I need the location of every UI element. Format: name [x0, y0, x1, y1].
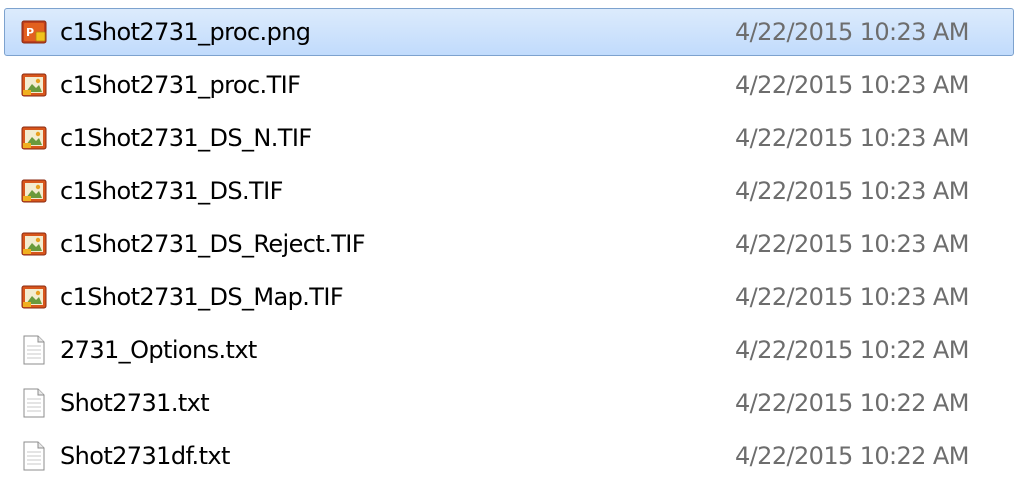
file-name: c1Shot2731_DS_N.TIF: [60, 124, 312, 152]
file-list: P c1Shot2731_proc.png 4/22/2015 10:23 AM…: [0, 0, 1018, 482]
tif-image-icon: [19, 229, 49, 259]
file-name: c1Shot2731_DS_Map.TIF: [60, 283, 344, 311]
file-date-modified: 4/22/2015 10:23 AM: [735, 18, 969, 46]
file-date-modified: 4/22/2015 10:23 AM: [735, 230, 969, 258]
tif-image-icon: [19, 70, 49, 100]
file-date-modified: 4/22/2015 10:23 AM: [735, 124, 969, 152]
file-name: c1Shot2731_proc.png: [60, 18, 311, 46]
file-date-modified: 4/22/2015 10:23 AM: [735, 283, 969, 311]
tif-image-icon: [19, 123, 49, 153]
file-date-modified: 4/22/2015 10:23 AM: [735, 177, 969, 205]
file-name: Shot2731df.txt: [60, 442, 230, 470]
file-row[interactable]: Shot2731.txt 4/22/2015 10:22 AM: [4, 379, 1014, 427]
text-file-icon: [19, 335, 49, 365]
file-row[interactable]: Shot2731df.txt 4/22/2015 10:22 AM: [4, 432, 1014, 480]
file-row[interactable]: 2731_Options.txt 4/22/2015 10:22 AM: [4, 326, 1014, 374]
file-row[interactable]: c1Shot2731_proc.TIF 4/22/2015 10:23 AM: [4, 61, 1014, 109]
tif-image-icon: [19, 282, 49, 312]
file-row[interactable]: c1Shot2731_DS_Map.TIF 4/22/2015 10:23 AM: [4, 273, 1014, 321]
file-date-modified: 4/22/2015 10:22 AM: [735, 389, 969, 417]
file-date-modified: 4/22/2015 10:23 AM: [735, 71, 969, 99]
file-name: c1Shot2731_DS.TIF: [60, 177, 283, 205]
png-image-icon: P: [19, 17, 49, 47]
file-row[interactable]: c1Shot2731_DS_N.TIF 4/22/2015 10:23 AM: [4, 114, 1014, 162]
file-name: c1Shot2731_proc.TIF: [60, 71, 301, 99]
text-file-icon: [19, 388, 49, 418]
svg-text:P: P: [26, 26, 34, 39]
file-row[interactable]: c1Shot2731_DS_Reject.TIF 4/22/2015 10:23…: [4, 220, 1014, 268]
file-row[interactable]: c1Shot2731_DS.TIF 4/22/2015 10:23 AM: [4, 167, 1014, 215]
file-date-modified: 4/22/2015 10:22 AM: [735, 336, 969, 364]
text-file-icon: [19, 441, 49, 471]
file-name: c1Shot2731_DS_Reject.TIF: [60, 230, 366, 258]
file-name: 2731_Options.txt: [60, 336, 257, 364]
file-date-modified: 4/22/2015 10:22 AM: [735, 442, 969, 470]
file-name: Shot2731.txt: [60, 389, 210, 417]
tif-image-icon: [19, 176, 49, 206]
file-row[interactable]: P c1Shot2731_proc.png 4/22/2015 10:23 AM: [4, 8, 1014, 56]
